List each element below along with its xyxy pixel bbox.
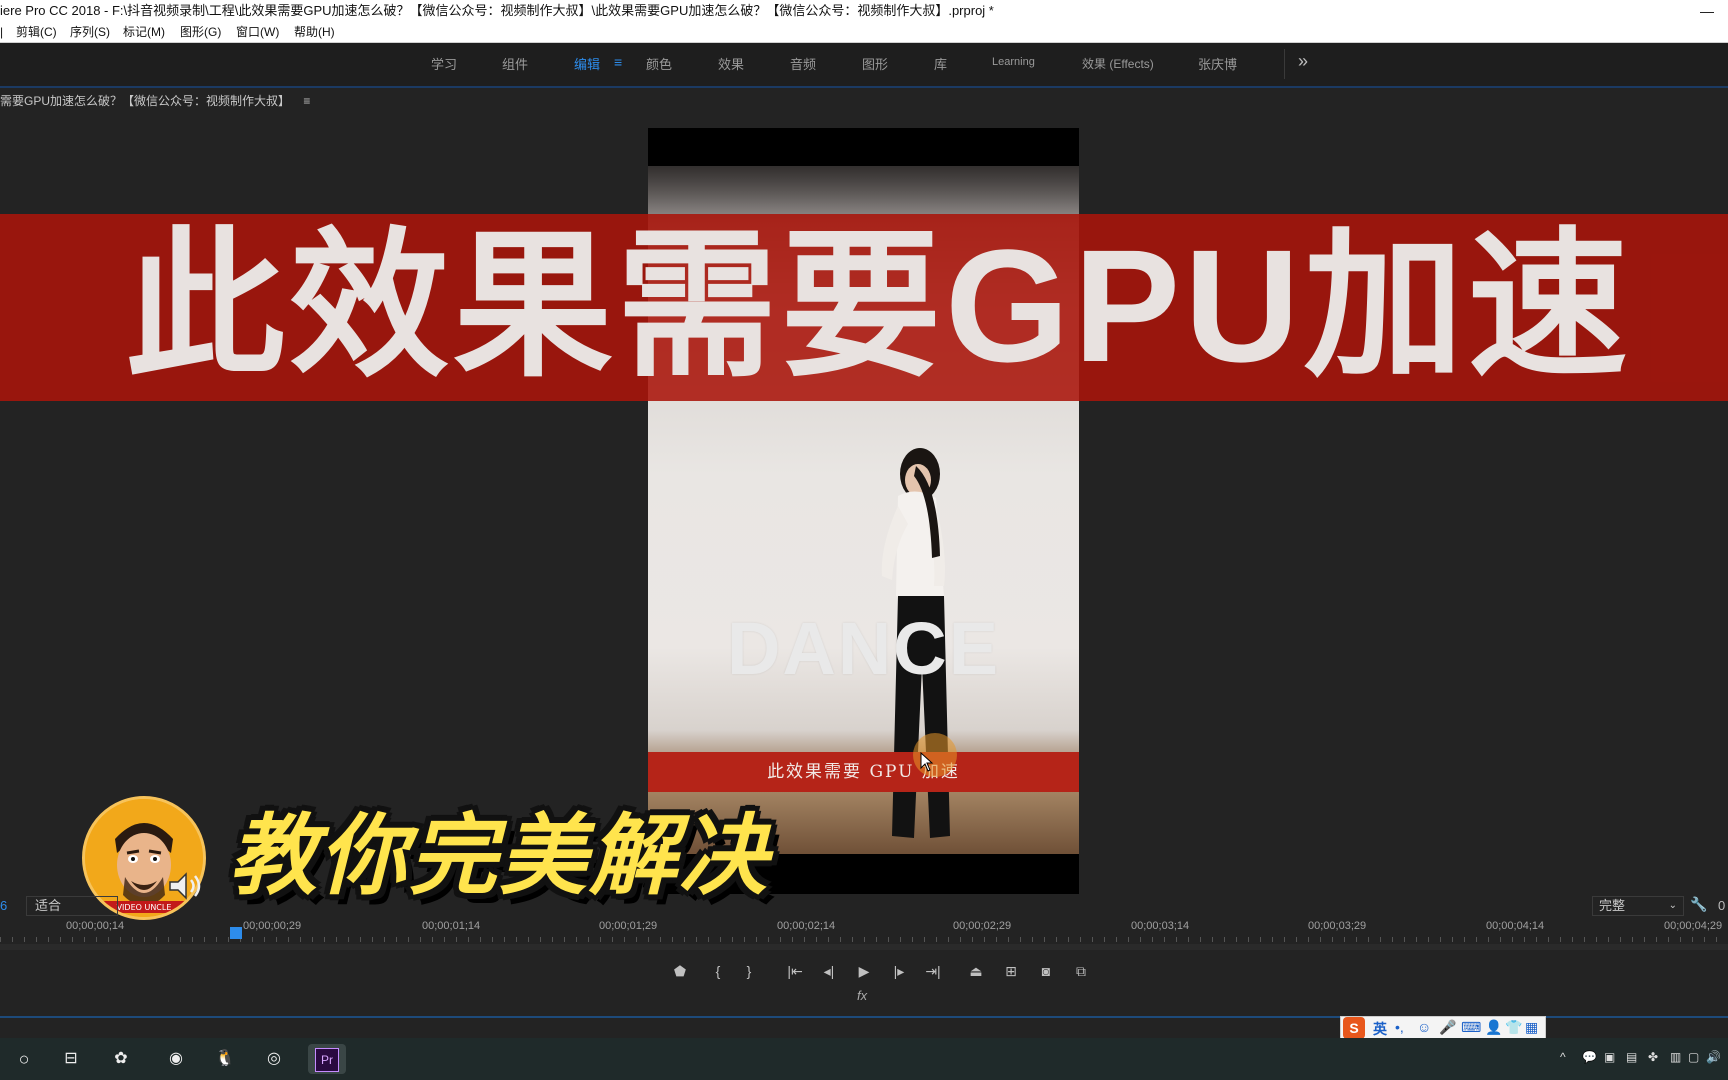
marker-icon[interactable]: ⬟	[669, 960, 691, 982]
sogou-logo-icon: S	[1343, 1017, 1365, 1039]
go-to-in-icon[interactable]: |⇤	[784, 960, 806, 982]
more-workspaces-icon[interactable]: »	[1298, 51, 1308, 72]
workspace-bar: 学习 组件 编辑 ≡ 颜色 效果 音频 图形 库 Learning 效果 (Ef…	[0, 43, 1728, 88]
panel-menu-icon[interactable]: ≡	[303, 94, 310, 108]
keyboard-icon[interactable]: ⌨	[1461, 1019, 1481, 1036]
volume-icon[interactable]: 🔊	[1706, 1050, 1721, 1064]
overlay-banner-text: 此效果需要GPU加速	[125, 216, 1632, 395]
timecode-stub: 6	[0, 898, 8, 913]
wechat-tray-icon[interactable]: 💬	[1582, 1050, 1597, 1064]
program-monitor-tab[interactable]: 需要GPU加速怎么破？【微信公众号：视频制作大叔】 ≡	[0, 92, 310, 109]
cortana-icon[interactable]: ○	[9, 1044, 39, 1074]
ruler-tick-label: 00;00;04;29	[1664, 920, 1723, 932]
menu-graphics[interactable]: 图形(G)	[180, 22, 221, 42]
browser-360-icon[interactable]: ◉	[161, 1044, 191, 1074]
menu-sequence[interactable]: 序列(S)	[70, 22, 110, 42]
camera-icon[interactable]: ◙	[1035, 960, 1057, 982]
menu-stub: |	[0, 25, 4, 39]
qq-icon[interactable]: 🐧	[210, 1044, 240, 1074]
ruler-ticks	[0, 937, 1728, 942]
window-titlebar: iere Pro CC 2018 - F:\抖音视频录制\工程\此效果需要GPU…	[0, 0, 1728, 22]
ruler-tick-label: 00;00;03;14	[1131, 920, 1190, 932]
step-forward-icon[interactable]: |▸	[888, 960, 910, 982]
tray-app-2-icon[interactable]: ▤	[1626, 1050, 1637, 1064]
menu-help[interactable]: 帮助(H)	[294, 22, 335, 42]
duration-stub: 0	[1718, 898, 1726, 913]
lower-third-caption: 此效果需要 GPU 加速	[648, 752, 1079, 792]
mark-out-icon[interactable]: }	[738, 960, 760, 982]
tray-app-3-icon[interactable]: ✤	[1648, 1050, 1658, 1064]
ime-lang-label[interactable]: 英	[1373, 1019, 1387, 1039]
playhead-handle[interactable]	[230, 927, 242, 939]
workspace-learning-en[interactable]: Learning	[992, 56, 1035, 68]
monitor-control-row: 6 适合 完整 ⌄ 🔧 0	[0, 896, 1728, 918]
play-icon[interactable]: ▶	[853, 960, 875, 982]
toolbox-icon[interactable]: ▦	[1525, 1019, 1538, 1036]
workspace-effects-en[interactable]: 效果 (Effects)	[1082, 55, 1154, 72]
step-back-icon[interactable]: ◂|	[818, 960, 840, 982]
go-to-out-icon[interactable]: ⇥|	[922, 960, 944, 982]
workspace-learn[interactable]: 学习	[431, 54, 457, 73]
user-icon[interactable]: 👤	[1485, 1019, 1502, 1036]
taskbar: ○ ⊟ ✿ ◉ 🐧 ◎ Pr ^ 💬 ▣ ▤ ✤ ▥ ▢ 🔊	[0, 1038, 1728, 1080]
tray-app-icon[interactable]: ▣	[1604, 1050, 1615, 1064]
workspace-color[interactable]: 颜色	[646, 54, 672, 73]
workspace-assembly[interactable]: 组件	[502, 54, 528, 73]
emoji-icon[interactable]: ☺	[1417, 1019, 1431, 1035]
extract-icon[interactable]: ⊞	[1000, 960, 1022, 982]
menu-window[interactable]: 窗口(W)	[236, 22, 279, 42]
zoom-fit-select[interactable]: 适合	[26, 896, 118, 916]
skin-icon[interactable]: 👕	[1505, 1019, 1522, 1036]
ruler-tick-label: 00;00;03;29	[1308, 920, 1367, 932]
playback-resolution-select[interactable]: 完整 ⌄	[1592, 896, 1684, 916]
mouse-cursor-icon	[920, 752, 934, 772]
playback-resolution-value: 完整	[1599, 898, 1626, 913]
workspace-graphics[interactable]: 图形	[862, 54, 888, 73]
workspace-libraries[interactable]: 库	[934, 54, 947, 73]
transport-controls: ⬟ { } |⇤ ◂| ▶ |▸ ⇥| ⏏ ⊞ ◙ ⧉	[0, 960, 1728, 986]
workspace-custom[interactable]: 张庆博	[1198, 54, 1237, 73]
task-view-icon[interactable]: ⊟	[56, 1044, 86, 1074]
workspace-effects[interactable]: 效果	[718, 54, 744, 73]
ruler-tick-label: 00;00;04;14	[1486, 920, 1545, 932]
workspace-menu-icon[interactable]: ≡	[614, 54, 622, 70]
scrub-bar[interactable]	[0, 944, 1728, 950]
workspace-editing[interactable]: 编辑	[574, 54, 600, 73]
sequence-title: 需要GPU加速怎么破？【微信公众号：视频制作大叔】	[0, 94, 291, 108]
overlay-caption: 教你完美解决	[229, 806, 770, 905]
ruler-tick-label: 00;00;02;29	[953, 920, 1012, 932]
compare-icon[interactable]: ⧉	[1070, 960, 1092, 982]
ruler-tick-label: 00;00;01;14	[422, 920, 481, 932]
time-ruler[interactable]: 00;00;00;14 00;00;00;29 00;00;01;14 00;0…	[0, 920, 1728, 942]
menu-edit[interactable]: 剪辑(C)	[16, 22, 57, 42]
workspace-audio[interactable]: 音频	[790, 54, 816, 73]
dance-title-text: DANCE	[726, 607, 1001, 690]
window-title: iere Pro CC 2018 - F:\抖音视频录制\工程\此效果需要GPU…	[0, 3, 994, 18]
ruler-tick-label: 00;00;00;14	[66, 920, 125, 932]
lift-icon[interactable]: ⏏	[965, 960, 987, 982]
premiere-logo: Pr	[315, 1048, 339, 1072]
zoom-fit-value: 适合	[35, 898, 62, 913]
fx-icon[interactable]: fx	[857, 988, 867, 1003]
punctuation-icon[interactable]: •,	[1395, 1019, 1404, 1035]
menu-bar: | 剪辑(C) 序列(S) 标记(M) 图形(G) 窗口(W) 帮助(H)	[0, 22, 1728, 43]
app-s-icon[interactable]: ✿	[106, 1044, 136, 1074]
mark-in-icon[interactable]: {	[707, 960, 729, 982]
ruler-tick-label: 00;00;00;29	[243, 920, 302, 932]
tray-chevron-icon[interactable]: ^	[1560, 1050, 1566, 1064]
minimize-button[interactable]: —	[1700, 0, 1714, 22]
chevron-down-icon: ⌄	[1668, 900, 1677, 911]
workspace-divider	[1284, 49, 1285, 79]
premiere-pro-icon[interactable]: Pr	[308, 1044, 346, 1074]
ruler-tick-label: 00;00;02;14	[777, 920, 836, 932]
menu-marker[interactable]: 标记(M)	[123, 22, 165, 42]
network-icon[interactable]: ▢	[1688, 1050, 1699, 1064]
settings-wrench-icon[interactable]: 🔧	[1690, 896, 1707, 913]
tray-app-4-icon[interactable]: ▥	[1670, 1050, 1681, 1064]
ruler-tick-label: 00;00;01;29	[599, 920, 658, 932]
chrome-icon[interactable]: ◎	[259, 1044, 289, 1074]
mic-icon[interactable]: 🎤	[1439, 1019, 1456, 1036]
